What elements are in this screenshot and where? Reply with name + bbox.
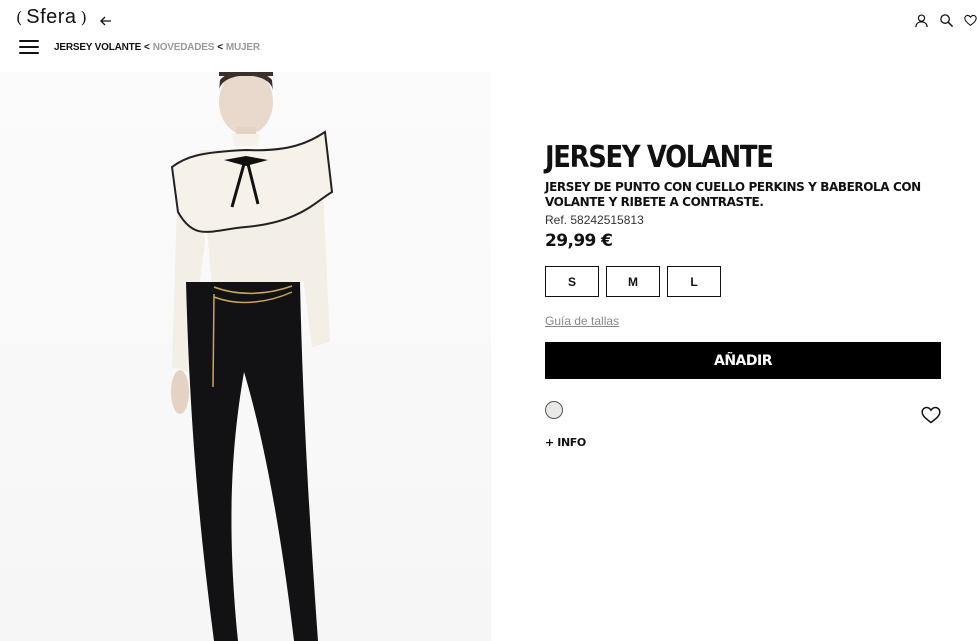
header-actions bbox=[914, 13, 977, 28]
product-image[interactable] bbox=[0, 72, 491, 641]
add-to-wishlist-heart-icon[interactable] bbox=[921, 406, 941, 424]
size-option-s[interactable]: S bbox=[545, 266, 599, 297]
wishlist-heart-icon[interactable] bbox=[964, 13, 977, 28]
product-title: JERSEY VOLANTE bbox=[545, 140, 774, 175]
breadcrumb: JERSEY VOLANTE < NOVEDADES < MUJER bbox=[54, 42, 260, 53]
menu-bar bbox=[19, 52, 39, 54]
breadcrumb-mujer[interactable]: MUJER bbox=[226, 42, 260, 53]
product-info: JERSEY VOLANTE JERSEY DE PUNTO CON CUELL… bbox=[545, 140, 941, 449]
product-price: 29,99 € bbox=[545, 231, 613, 251]
model-illustration bbox=[170, 72, 334, 641]
add-to-cart-button[interactable]: AÑADIR bbox=[545, 342, 941, 379]
more-info-link[interactable]: + INFO bbox=[545, 436, 586, 449]
menu-button[interactable] bbox=[19, 40, 39, 54]
breadcrumb-novedades[interactable]: NOVEDADES bbox=[153, 42, 215, 53]
breadcrumb-separator: < bbox=[144, 42, 150, 53]
size-option-m[interactable]: M bbox=[606, 266, 660, 297]
color-swatch[interactable] bbox=[545, 401, 563, 419]
menu-bar bbox=[19, 46, 39, 48]
sfera-logo[interactable]: ( Sfera ) bbox=[16, 6, 87, 29]
user-icon[interactable] bbox=[914, 13, 929, 28]
logo-open-paren: ( bbox=[16, 8, 23, 27]
logo-text: Sfera bbox=[26, 6, 77, 28]
breadcrumb-current: JERSEY VOLANTE bbox=[54, 42, 142, 53]
logo-close-paren: ) bbox=[80, 8, 87, 27]
menu-bar bbox=[19, 40, 39, 42]
back-arrow-icon[interactable] bbox=[99, 14, 113, 28]
breadcrumb-separator: < bbox=[217, 42, 223, 53]
product-reference: Ref. 58242515813 bbox=[545, 213, 644, 227]
product-description: JERSEY DE PUNTO CON CUELLO PERKINS Y BAB… bbox=[545, 180, 921, 209]
size-guide-link[interactable]: Guía de tallas bbox=[545, 314, 619, 328]
search-icon[interactable] bbox=[939, 13, 954, 28]
size-option-l[interactable]: L bbox=[667, 266, 721, 297]
size-selector: S M L bbox=[545, 266, 941, 297]
